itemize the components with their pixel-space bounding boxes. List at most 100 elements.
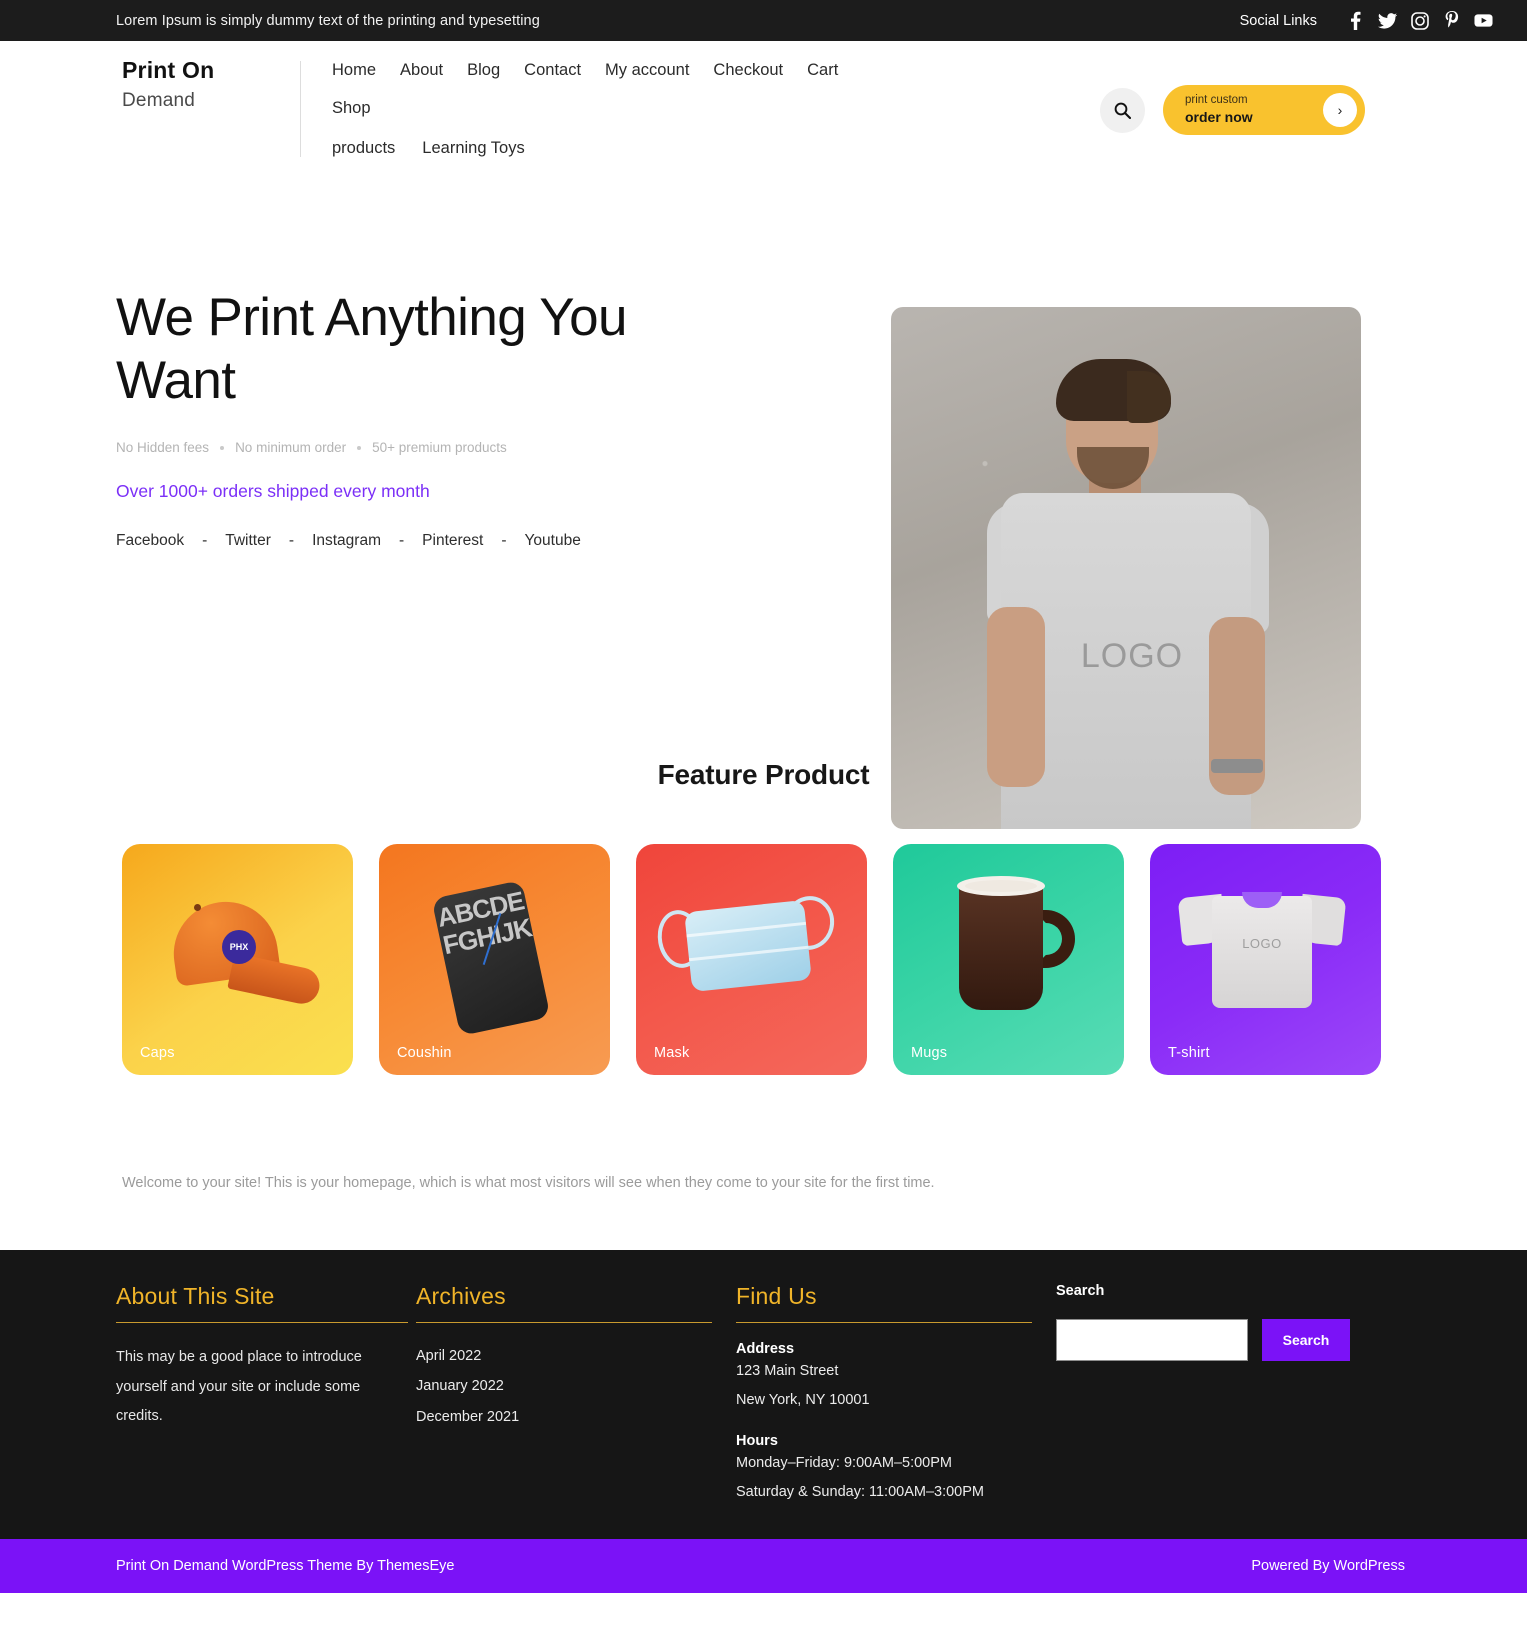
- footer-search-row: Search: [1056, 1319, 1386, 1361]
- pinterest-icon[interactable]: [1442, 11, 1461, 30]
- product-card-label: Mugs: [911, 1045, 948, 1061]
- youtube-icon[interactable]: [1474, 11, 1493, 30]
- powered-by-text: Powered By WordPress: [1251, 1558, 1405, 1574]
- footer-column-about: About This Site This may be a good place…: [116, 1283, 416, 1539]
- product-card-label: Mask: [654, 1045, 690, 1061]
- footer-heading-about: About This Site: [116, 1283, 275, 1309]
- product-card-coushin[interactable]: ABCDE FGHIJKL Coushin: [379, 844, 610, 1075]
- model-illustration: LOGO: [891, 307, 1361, 829]
- cap-logo-badge: PHX: [222, 930, 256, 964]
- archive-link-december-2021[interactable]: December 2021: [416, 1402, 712, 1432]
- cushion-letters: ABCDE FGHIJKL: [434, 885, 548, 960]
- instagram-icon[interactable]: [1410, 11, 1429, 30]
- hero-social-twitter[interactable]: Twitter: [225, 532, 271, 550]
- nav-item-my-account[interactable]: My account: [605, 61, 689, 79]
- hero-social-separator: -: [288, 532, 295, 550]
- footer-heading-rule: [736, 1322, 1032, 1323]
- mask-body-shape: [684, 899, 812, 993]
- nav-item-cart[interactable]: Cart: [807, 61, 838, 79]
- mug-body-shape: [959, 882, 1043, 1010]
- hero-shirt-logo-text: LOGO: [1080, 637, 1184, 675]
- tshirt-logo-text: LOGO: [1242, 936, 1282, 951]
- nav-item-shop[interactable]: Shop: [332, 99, 371, 117]
- archive-link-january-2022[interactable]: January 2022: [416, 1371, 712, 1401]
- hero-social-facebook[interactable]: Facebook: [116, 532, 184, 550]
- hero-social-separator: -: [399, 532, 405, 550]
- welcome-paragraph: Welcome to your site! This is your homep…: [122, 1175, 935, 1191]
- footer-hours-line-2: Saturday & Sunday: 11:00AM–3:00PM: [736, 1484, 984, 1500]
- header-actions: print custom order now ›: [1100, 85, 1365, 135]
- cta-subtitle: print custom: [1185, 93, 1248, 106]
- tshirt-body-shape: [1212, 896, 1312, 1008]
- mug-inner-shape: [965, 880, 1037, 892]
- footer-column-find-us: Find Us Address 123 Main Street New York…: [736, 1283, 1056, 1539]
- nav-item-blog[interactable]: Blog: [467, 61, 500, 79]
- bullet-dot-icon: [220, 445, 225, 450]
- product-card-label: T-shirt: [1168, 1045, 1210, 1061]
- order-now-button[interactable]: print custom order now ›: [1163, 85, 1365, 135]
- brand-line-2: Demand: [122, 89, 196, 111]
- top-bar-social-group: Social Links: [1240, 11, 1493, 30]
- facebook-icon[interactable]: [1346, 11, 1365, 30]
- search-submit-button[interactable]: Search: [1262, 1319, 1350, 1361]
- hero-bullet-3: 50+ premium products: [372, 440, 507, 456]
- footer-address-line-2: New York, NY 10001: [736, 1392, 870, 1408]
- social-links-label: Social Links: [1239, 12, 1317, 29]
- hero-social-separator: -: [501, 532, 507, 550]
- copyright-text: Print On Demand WordPress Theme By Theme…: [116, 1558, 455, 1574]
- hero-image-model-tshirt: LOGO: [891, 307, 1361, 829]
- hero-social-youtube[interactable]: Youtube: [525, 532, 581, 550]
- product-card-tshirt[interactable]: LOGO T-shirt: [1150, 844, 1381, 1075]
- product-card-mugs[interactable]: Mugs: [893, 844, 1124, 1075]
- footer-address-label: Address: [736, 1341, 795, 1357]
- hero-content: We Print Anything You Want No Hidden fee…: [0, 167, 800, 717]
- site-header: Print On Demand Home About Blog Contact …: [0, 41, 1527, 158]
- footer-heading-archives: Archives: [416, 1283, 506, 1309]
- cta-title: order now: [1185, 109, 1253, 126]
- chevron-right-icon[interactable]: ›: [1323, 93, 1357, 127]
- bullet-dot-icon: [357, 445, 362, 450]
- brand-logo[interactable]: Print On Demand: [0, 57, 300, 112]
- brand-line-1: Print On: [122, 57, 215, 83]
- footer-column-archives: Archives April 2022 January 2022 Decembe…: [416, 1283, 736, 1539]
- model-arm-left: [987, 607, 1045, 787]
- footer-hours-line-1: Monday–Friday: 9:00AM–5:00PM: [736, 1455, 952, 1471]
- footer-column-search: Search Search: [1056, 1283, 1386, 1539]
- twitter-icon[interactable]: [1378, 11, 1397, 30]
- hero-subline: Over 1000+ orders shipped every month: [116, 481, 430, 502]
- cushion-shape: ABCDE FGHIJKL: [431, 879, 551, 1037]
- hero-social-separator: -: [202, 532, 208, 550]
- archive-link-april-2022[interactable]: April 2022: [416, 1341, 712, 1371]
- nav-item-home[interactable]: Home: [332, 61, 376, 79]
- hero-bullet-1: No Hidden fees: [116, 440, 210, 456]
- footer-address-line-1: 123 Main Street: [736, 1363, 839, 1379]
- hero-bullet-2: No minimum order: [235, 440, 347, 456]
- product-card-caps[interactable]: PHX Caps: [122, 844, 353, 1075]
- search-input[interactable]: [1056, 1319, 1248, 1361]
- footer-search-label: Search: [1056, 1283, 1105, 1299]
- hero-image-wrapper: LOGO: [891, 307, 1361, 829]
- site-footer: About This Site This may be a good place…: [0, 1250, 1527, 1539]
- model-hair-side: [1127, 371, 1171, 423]
- cap-button-shape: [194, 904, 201, 911]
- nav-item-about[interactable]: About: [400, 61, 443, 79]
- model-watch: [1211, 759, 1263, 773]
- footer-hours-label: Hours: [736, 1433, 778, 1449]
- hero-social-pinterest[interactable]: Pinterest: [422, 532, 483, 550]
- product-card-label: Caps: [140, 1045, 175, 1061]
- search-icon[interactable]: [1100, 87, 1145, 133]
- hero-social-links: Facebook - Twitter - Instagram - Pintere…: [116, 532, 800, 550]
- footer-archives-list: April 2022 January 2022 December 2021: [416, 1341, 712, 1432]
- hero-bullet-list: No Hidden fees No minimum order 50+ prem…: [116, 440, 800, 455]
- footer-about-text: This may be a good place to introduce yo…: [116, 1349, 362, 1425]
- hero-social-instagram[interactable]: Instagram: [312, 532, 381, 550]
- top-bar: Lorem Ipsum is simply dummy text of the …: [0, 0, 1527, 41]
- product-card-mask[interactable]: Mask: [636, 844, 867, 1075]
- feature-product-grid: PHX Caps ABCDE FGHIJKL Coushin Mask Mugs…: [0, 844, 1527, 1075]
- nav-item-checkout[interactable]: Checkout: [713, 61, 783, 79]
- footer-heading-find-us: Find Us: [736, 1283, 817, 1309]
- hero-section: We Print Anything You Want No Hidden fee…: [0, 137, 1527, 829]
- hero-title: We Print Anything You Want: [116, 288, 628, 410]
- nav-item-contact[interactable]: Contact: [524, 61, 581, 79]
- product-card-label: Coushin: [397, 1045, 452, 1061]
